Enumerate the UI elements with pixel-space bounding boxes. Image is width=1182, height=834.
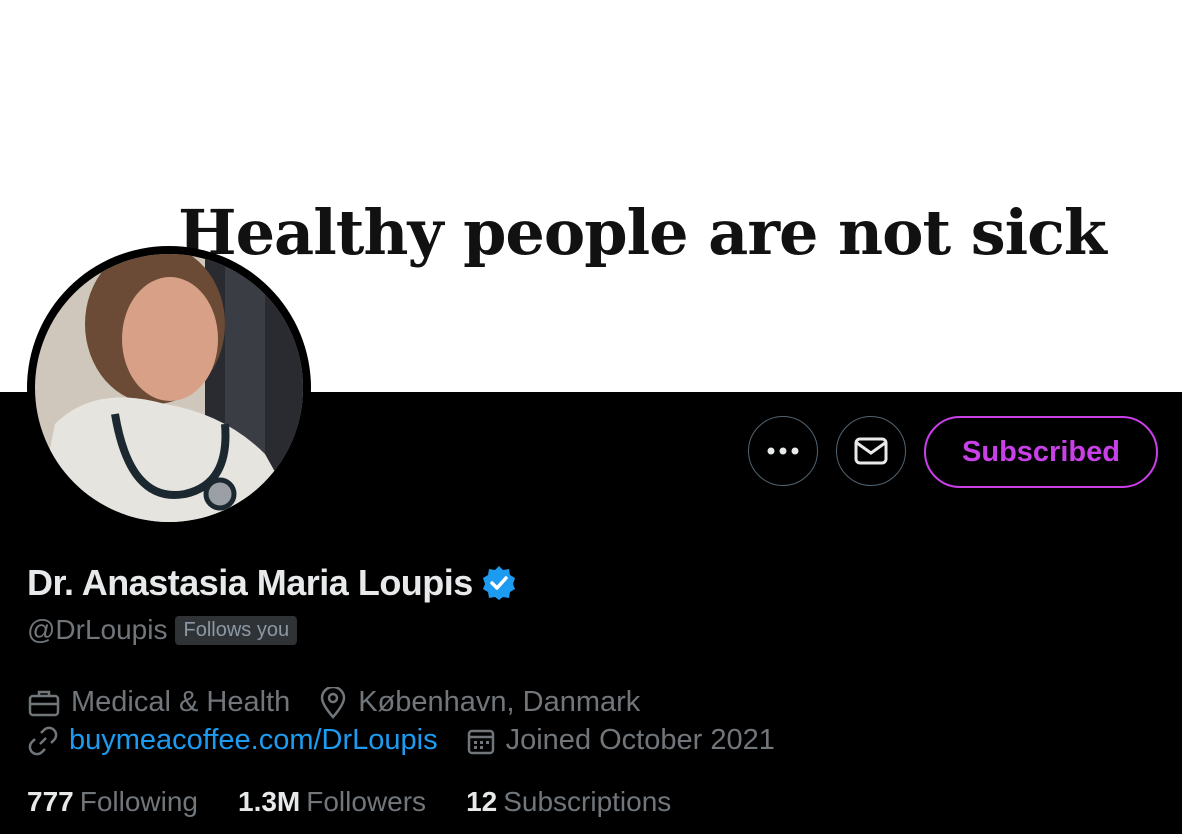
location-item: København, Danmark	[318, 686, 640, 719]
subscriptions-count: 12	[466, 786, 498, 817]
followers-label: Followers	[306, 786, 427, 817]
following-stat[interactable]: 777 Following	[27, 786, 198, 818]
subscribed-button[interactable]: Subscribed	[924, 416, 1158, 488]
display-name: Dr. Anastasia Maria Loupis	[27, 562, 473, 603]
briefcase-icon	[28, 690, 60, 716]
subscriptions-stat[interactable]: 12 Subscriptions	[466, 786, 671, 818]
profile-meta-row-1: Medical & Health København, Danmark	[27, 686, 668, 719]
envelope-icon	[854, 437, 888, 465]
profile-meta-row-2: buymeacoffee.com/DrLoupis Joined October…	[27, 724, 803, 757]
message-button[interactable]	[836, 416, 906, 486]
more-dots-icon	[767, 447, 799, 455]
following-count: 777	[27, 786, 74, 817]
category-item: Medical & Health	[27, 686, 290, 719]
display-name-row: Dr. Anastasia Maria Loupis	[27, 562, 517, 604]
joined-text: Joined October 2021	[505, 724, 775, 756]
avatar-photo	[35, 254, 303, 522]
website-item[interactable]: buymeacoffee.com/DrLoupis	[27, 724, 438, 757]
calendar-icon	[467, 729, 494, 754]
subscriptions-label: Subscriptions	[503, 786, 672, 817]
more-options-button[interactable]	[748, 416, 818, 486]
category-text: Medical & Health	[71, 686, 291, 718]
stats-row: 777 Following 1.3M Followers 12 Subscriptio…	[27, 786, 711, 818]
following-label: Following	[79, 786, 198, 817]
verified-badge-icon[interactable]	[481, 565, 517, 601]
followers-count: 1.3M	[238, 786, 301, 817]
location-pin-icon	[320, 686, 346, 719]
handle-row: @DrLoupis Follows you	[27, 614, 298, 646]
followers-stat[interactable]: 1.3M Followers	[238, 786, 426, 818]
avatar[interactable]	[27, 246, 311, 530]
website-link[interactable]: buymeacoffee.com/DrLoupis	[69, 724, 438, 757]
banner-text: Healthy people are not sick	[178, 196, 1107, 269]
handle: @DrLoupis	[27, 614, 168, 645]
joined-item: Joined October 2021	[466, 724, 775, 757]
location-text: København, Danmark	[358, 686, 641, 718]
link-icon	[28, 726, 58, 755]
follows-you-badge: Follows you	[175, 615, 298, 645]
